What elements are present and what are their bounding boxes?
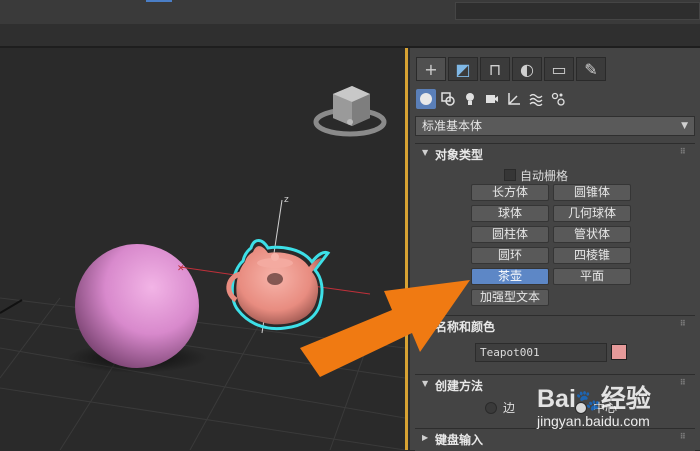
annotation-arrow: [300, 280, 470, 377]
